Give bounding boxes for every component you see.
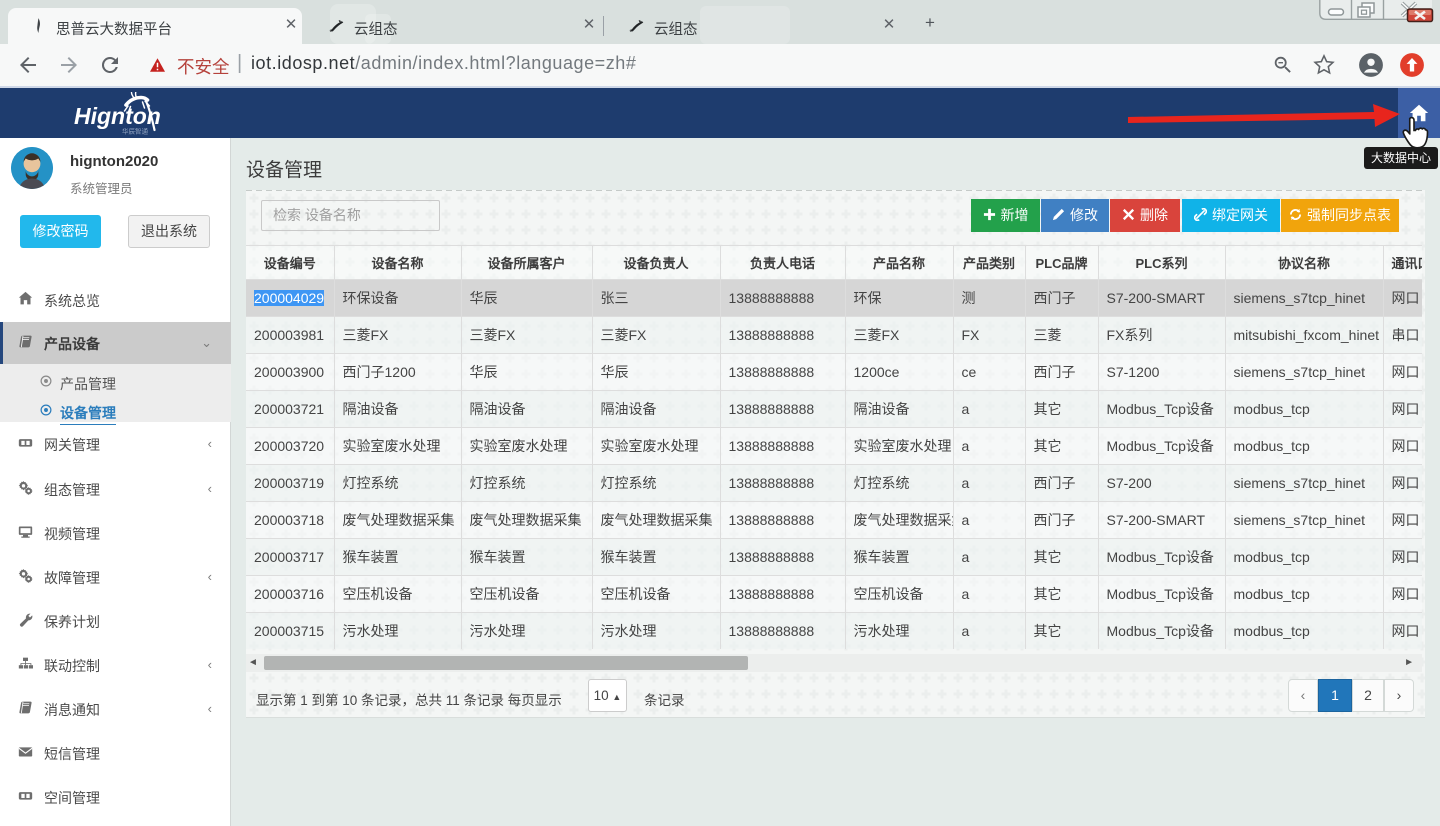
svg-text:Hignton: Hignton xyxy=(74,103,161,129)
svg-text:华辰智通: 华辰智通 xyxy=(122,127,149,136)
